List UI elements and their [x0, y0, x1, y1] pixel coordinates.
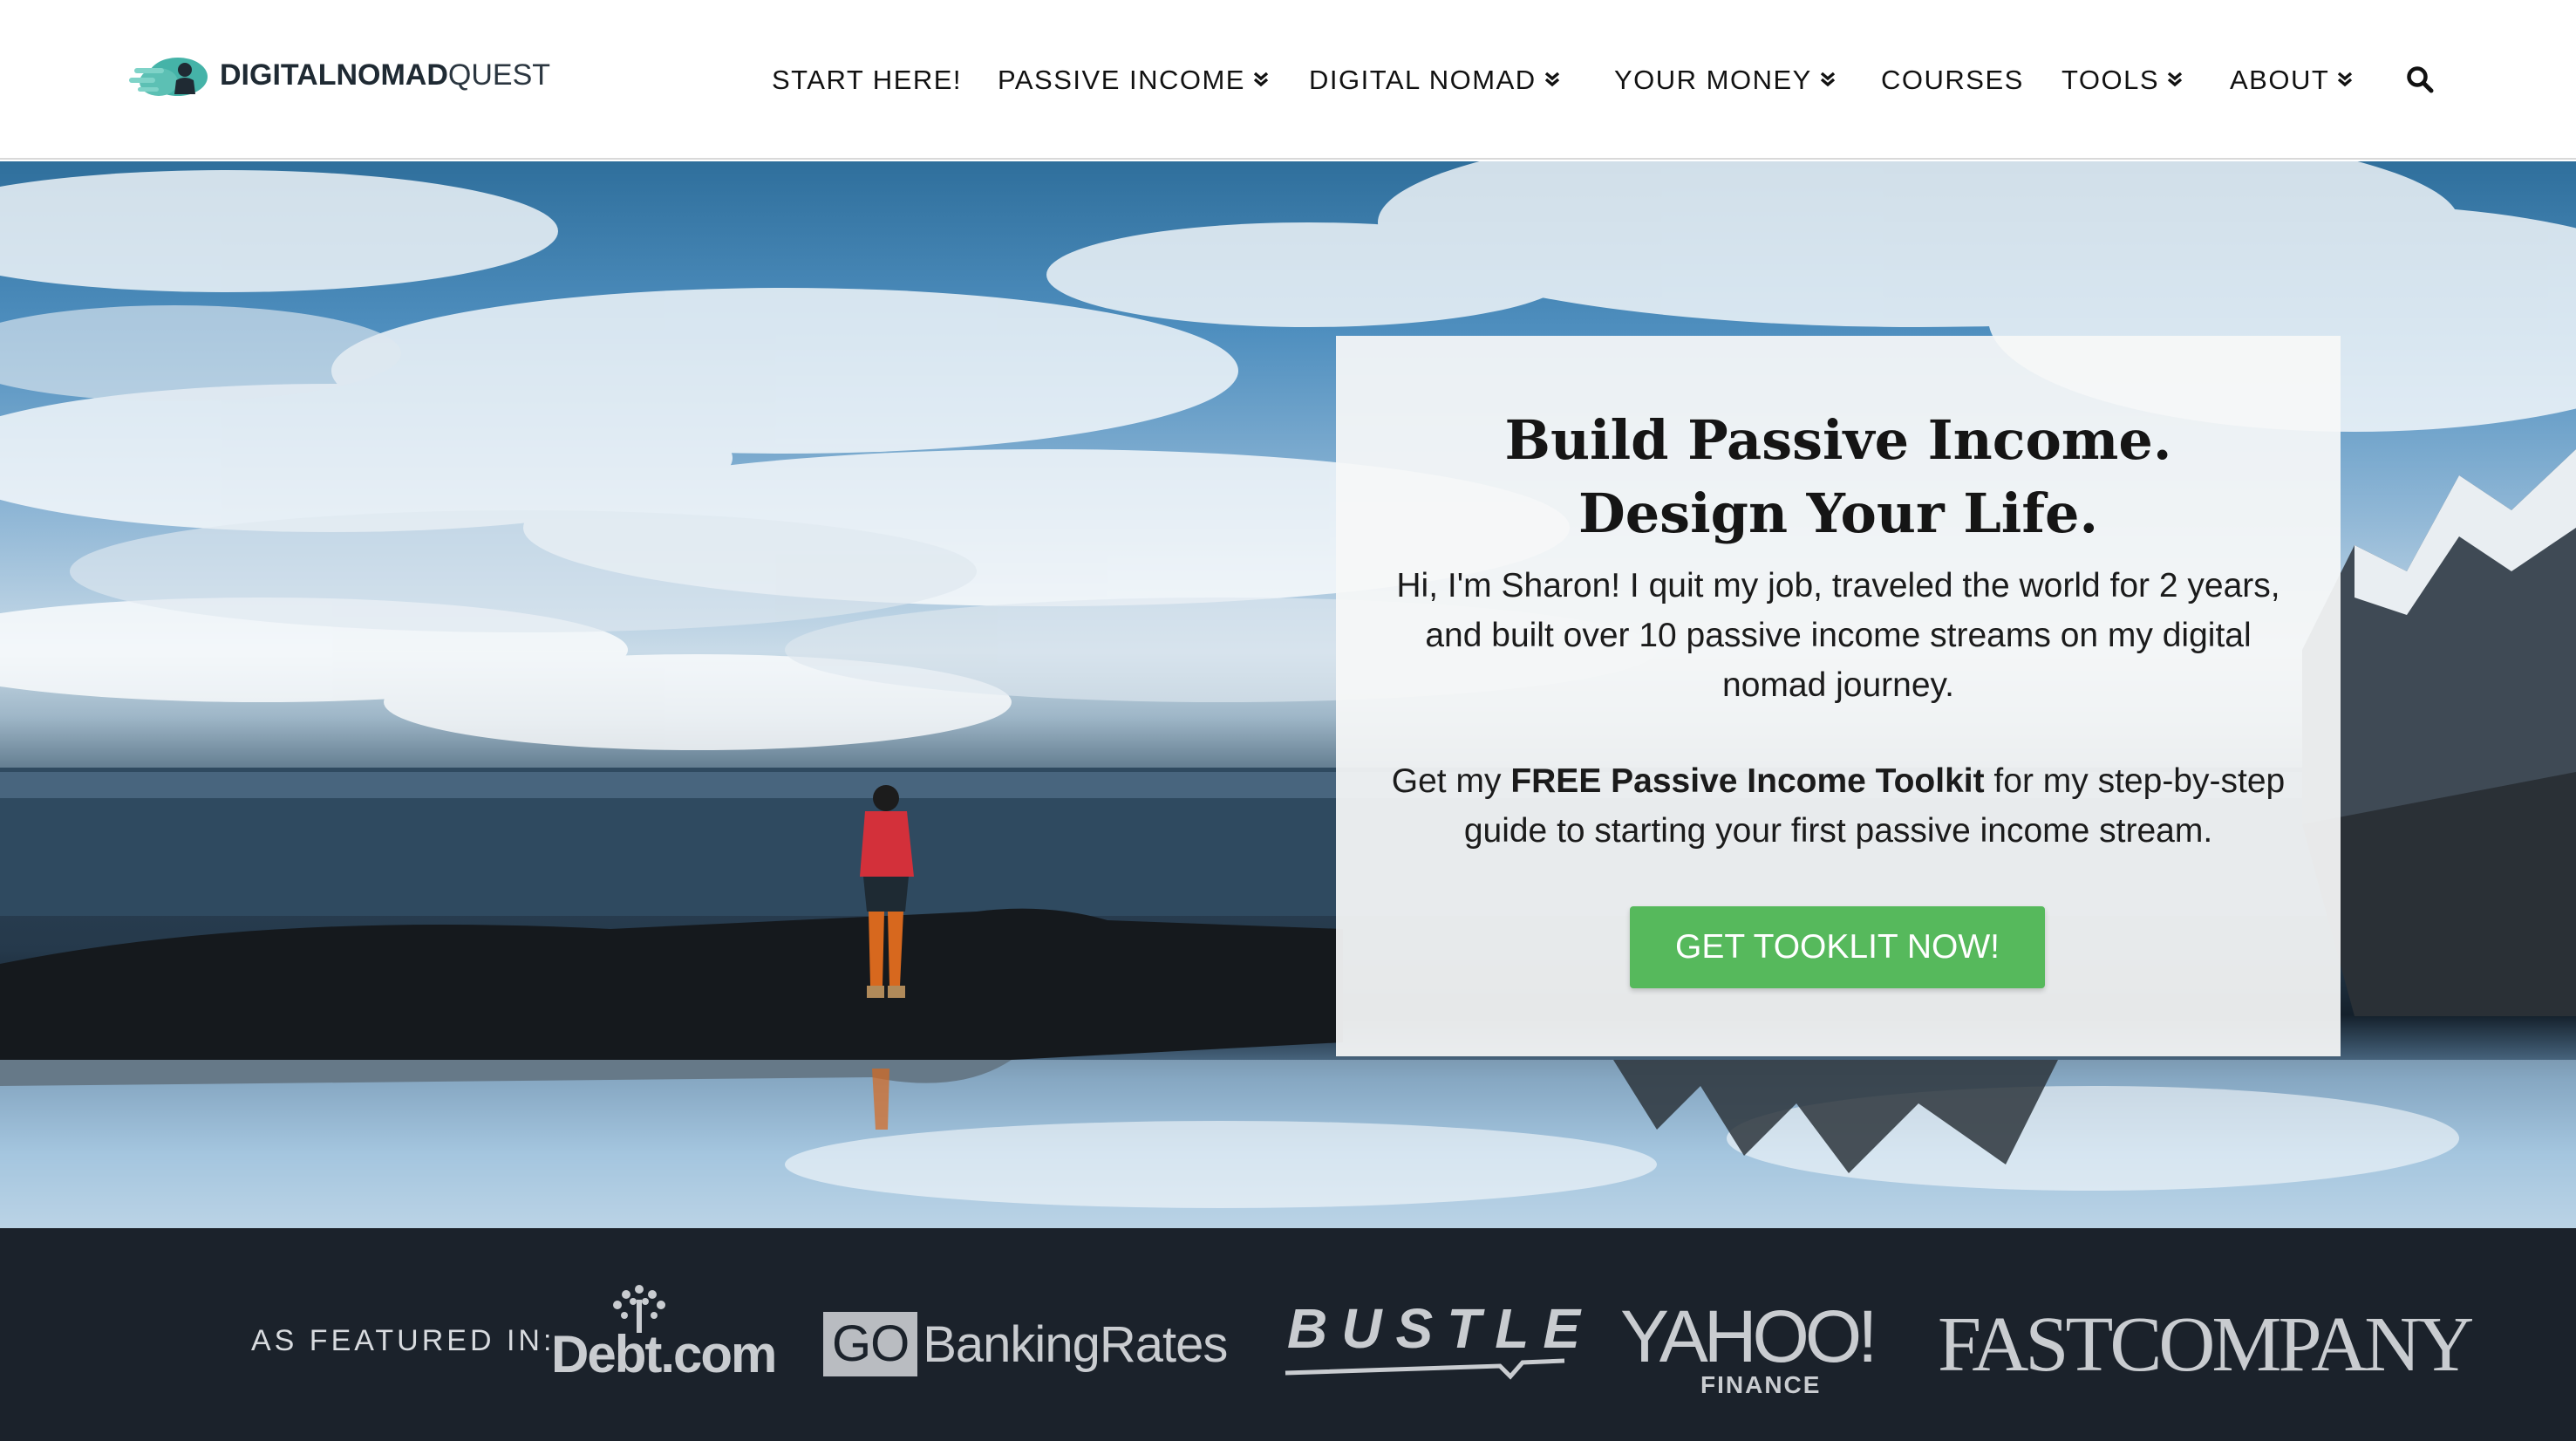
nav-digital-nomad[interactable]: DIGITAL NOMAD [1309, 61, 1560, 99]
gobankingrates-go: GO [823, 1312, 918, 1376]
get-toolkit-button[interactable]: GET TOOKLIT NOW! [1630, 906, 2045, 988]
bustle-logo: BUSTLE [1282, 1294, 1580, 1382]
site-header: DIGITALNOMADQUEST START HERE! PASSIVE IN… [0, 0, 2576, 160]
nav-courses[interactable]: COURSES [1881, 61, 2024, 99]
nav-your-money[interactable]: YOUR MONEY [1614, 61, 1836, 99]
hero-card: Build Passive Income. Design Your Life. … [1336, 336, 2341, 1056]
nav-about[interactable]: ABOUT [2230, 61, 2353, 99]
gobankingrates-text: BankingRates [923, 1315, 1228, 1373]
featured-label: AS FEATURED IN: [251, 1324, 555, 1357]
yahoo-finance-text: FINANCE [1700, 1371, 1822, 1398]
fast-company-logo: FASTCOMPANY [1938, 1301, 2474, 1388]
chevron-double-down-icon [1253, 72, 1269, 87]
hero-intro: Hi, I'm Sharon! I quit my job, traveled … [1396, 567, 2280, 704]
hero-offer: Get my FREE Passive Income Toolkit for m… [1391, 762, 2286, 850]
main-nav: START HERE! PASSIVE INCOME DIGITAL NOMAD… [0, 61, 2576, 99]
gobankingrates-logo: GO BankingRates [823, 1310, 1228, 1378]
chevron-double-down-icon [2167, 72, 2183, 87]
chevron-double-down-icon [1544, 72, 1559, 87]
yahoo-text: YAHOO! [1620, 1295, 1877, 1377]
chevron-double-down-icon [2338, 72, 2353, 87]
hero-section: Build Passive Income. Design Your Life. … [0, 161, 2576, 1228]
nav-passive-income[interactable]: PASSIVE INCOME [998, 61, 1269, 99]
hero-title: Build Passive Income. Design Your Life. [1504, 408, 2172, 545]
debt-com-text: Debt.com [551, 1325, 777, 1383]
nav-tools[interactable]: TOOLS [2061, 61, 2183, 99]
search-icon[interactable] [2405, 65, 2435, 94]
bustle-underline-icon [1285, 1358, 1565, 1380]
debt-com-logo: Debt.com [549, 1282, 785, 1383]
nav-start-here[interactable]: START HERE! [772, 61, 962, 99]
toolkit-highlight: FREE Passive Income Toolkit [1510, 762, 1985, 800]
yahoo-finance-logo: YAHOO! FINANCE [1620, 1294, 1899, 1399]
chevron-double-down-icon [1820, 72, 1835, 87]
